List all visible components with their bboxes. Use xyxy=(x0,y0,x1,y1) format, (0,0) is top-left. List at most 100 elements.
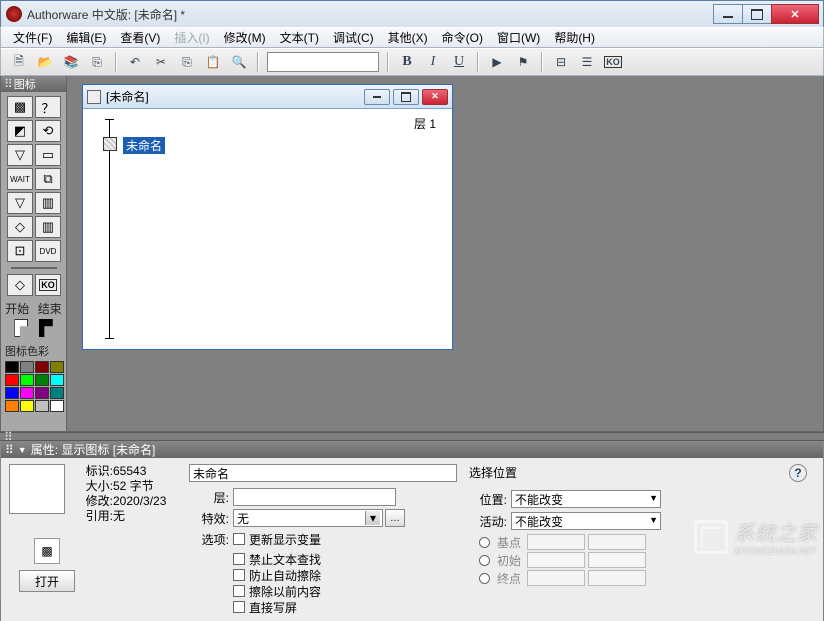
menu-edit[interactable]: 编辑(E) xyxy=(60,27,112,48)
end-x[interactable] xyxy=(527,570,585,586)
functions-button[interactable]: ⊟ xyxy=(551,52,571,72)
name-field[interactable]: 未命名 xyxy=(189,464,457,482)
font-select[interactable] xyxy=(267,52,379,72)
menu-help[interactable]: 帮助(H) xyxy=(548,27,601,48)
navigate-icon-tool[interactable]: ▽ xyxy=(7,144,33,166)
radio-base[interactable] xyxy=(479,537,490,548)
effect-browse-button[interactable]: … xyxy=(385,509,405,527)
activity-select[interactable]: 不能改变 xyxy=(511,512,661,530)
layer-input[interactable] xyxy=(233,488,396,506)
radio-end[interactable] xyxy=(479,573,490,584)
calc-icon-tool[interactable]: ▽ xyxy=(7,192,33,214)
menu-modify[interactable]: 修改(M) xyxy=(218,27,272,48)
base-y[interactable] xyxy=(588,534,646,550)
menu-other[interactable]: 其他(X) xyxy=(382,27,434,48)
init-y[interactable] xyxy=(588,552,646,568)
video-icon-tool[interactable]: ⊡ xyxy=(7,240,33,262)
properties-header[interactable]: ⠿ ▼ 属性: 显示图标 [未命名] xyxy=(1,441,823,458)
ko-tool[interactable]: KO xyxy=(35,274,61,296)
menu-view[interactable]: 查看(V) xyxy=(114,27,166,48)
decision-icon-tool[interactable]: WAIT xyxy=(7,168,33,190)
maximize-button[interactable] xyxy=(742,4,772,24)
wait-icon-tool[interactable]: ⟲ xyxy=(35,120,61,142)
node-label-selected[interactable]: 未命名 xyxy=(123,137,165,154)
position-select[interactable]: 不能改变 xyxy=(511,490,661,508)
bold-button[interactable]: B xyxy=(397,52,417,72)
import-button[interactable]: ⎘ xyxy=(87,52,107,72)
menu-insert[interactable]: 插入(I) xyxy=(168,27,215,48)
design-minimize-button[interactable] xyxy=(364,89,390,105)
color-swatch[interactable] xyxy=(5,361,19,373)
checkbox-no-autoerase[interactable] xyxy=(233,569,245,581)
color-swatch[interactable] xyxy=(20,387,34,399)
map-icon-tool[interactable]: ▥ xyxy=(35,192,61,214)
erase-icon-tool[interactable]: ◩ xyxy=(7,120,33,142)
color-swatch[interactable] xyxy=(5,387,19,399)
dvd-icon-tool[interactable]: DVD xyxy=(35,240,61,262)
digital-movie-tool[interactable]: ◇ xyxy=(7,216,33,238)
checkbox-erase-prev[interactable] xyxy=(233,585,245,597)
save-all-button[interactable]: 📚 xyxy=(61,52,81,72)
color-swatch[interactable] xyxy=(35,361,49,373)
menu-window[interactable]: 窗口(W) xyxy=(491,27,546,48)
color-swatch[interactable] xyxy=(20,361,34,373)
checkbox-direct-screen[interactable] xyxy=(233,601,245,613)
display-icon-tool[interactable]: ▩ xyxy=(7,96,33,118)
color-swatch[interactable] xyxy=(35,374,49,386)
menu-debug[interactable]: 调试(C) xyxy=(327,27,380,48)
knowledge-object-tool[interactable]: ◇ xyxy=(7,274,33,296)
help-button[interactable]: ? xyxy=(789,464,807,482)
variables-button[interactable]: ☰ xyxy=(577,52,597,72)
color-swatch[interactable] xyxy=(5,400,19,412)
radio-init[interactable] xyxy=(479,555,490,566)
menu-command[interactable]: 命令(O) xyxy=(436,27,489,48)
color-swatch[interactable] xyxy=(35,400,49,412)
color-swatch[interactable] xyxy=(50,374,64,386)
design-maximize-button[interactable] xyxy=(393,89,419,105)
color-swatch[interactable] xyxy=(35,387,49,399)
find-button[interactable]: 🔍 xyxy=(229,52,249,72)
color-swatch[interactable] xyxy=(20,400,34,412)
splitter[interactable]: ⠿ xyxy=(0,432,824,441)
italic-button[interactable]: I xyxy=(423,52,443,72)
copy-button[interactable]: ⎘ xyxy=(177,52,197,72)
checkbox-no-search[interactable] xyxy=(233,553,245,565)
knowledge-button[interactable]: KO xyxy=(603,52,623,72)
effect-select[interactable]: 无 xyxy=(233,509,383,527)
design-titlebar[interactable]: [未命名] xyxy=(83,85,452,109)
design-close-button[interactable] xyxy=(422,89,448,105)
paste-button[interactable]: 📋 xyxy=(203,52,223,72)
minimize-button[interactable] xyxy=(713,4,743,24)
checkbox-update-vars[interactable] xyxy=(233,533,245,545)
sound-icon-tool[interactable]: ▥ xyxy=(35,216,61,238)
end-flag[interactable] xyxy=(39,319,53,337)
collapse-icon[interactable]: ▼ xyxy=(18,445,27,455)
color-swatch[interactable] xyxy=(20,374,34,386)
menu-text[interactable]: 文本(T) xyxy=(274,27,325,48)
color-swatch[interactable] xyxy=(50,387,64,399)
open-button[interactable]: 📂 xyxy=(35,52,55,72)
motion-icon-tool[interactable]: ？ xyxy=(35,96,61,118)
icon-type-preview: ▩ xyxy=(34,538,60,564)
new-button[interactable]: 🗎 xyxy=(9,52,29,72)
palette-header[interactable]: ⠿ 图标 xyxy=(1,76,66,92)
menu-file[interactable]: 文件(F) xyxy=(7,27,58,48)
base-x[interactable] xyxy=(527,534,585,550)
interaction-icon-tool[interactable]: ⧉ xyxy=(35,168,61,190)
run-button[interactable]: ▶ xyxy=(487,52,507,72)
design-body[interactable]: 层 1 未命名 xyxy=(83,109,452,349)
framework-icon-tool[interactable]: ▭ xyxy=(35,144,61,166)
undo-button[interactable]: ↶ xyxy=(125,52,145,72)
color-swatch[interactable] xyxy=(50,400,64,412)
open-button[interactable]: 打开 xyxy=(19,570,75,592)
close-button[interactable] xyxy=(771,4,819,24)
end-y[interactable] xyxy=(588,570,646,586)
control-panel-button[interactable]: ⚑ xyxy=(513,52,533,72)
underline-button[interactable]: U xyxy=(449,52,469,72)
cut-button[interactable]: ✂ xyxy=(151,52,171,72)
color-swatch[interactable] xyxy=(50,361,64,373)
start-flag[interactable] xyxy=(14,319,28,337)
color-swatch[interactable] xyxy=(5,374,19,386)
display-icon-node[interactable] xyxy=(103,137,117,151)
init-x[interactable] xyxy=(527,552,585,568)
